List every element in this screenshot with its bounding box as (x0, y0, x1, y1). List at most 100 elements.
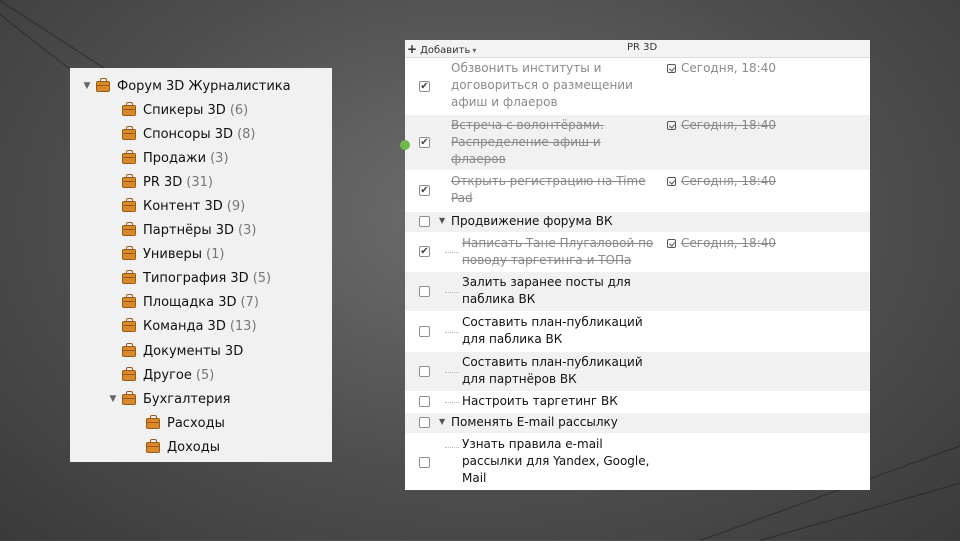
briefcase-icon (122, 366, 136, 381)
tree-item-venue[interactable]: Площадка 3D (7) (122, 291, 259, 313)
tree-connector (445, 372, 459, 373)
tree-item-label: Команда 3D (143, 318, 226, 334)
task-checkbox[interactable]: ✔ (419, 246, 430, 257)
task-title[interactable]: Продвижение форума ВК (451, 213, 612, 230)
tree-item-other[interactable]: Другое (5) (122, 364, 214, 386)
task-title[interactable]: Узнать правила e-mail рассылки для Yande… (462, 436, 649, 487)
task-due-date[interactable]: Сегодня, 18:40 (667, 173, 776, 190)
expand-arrow-icon[interactable]: ▼ (439, 417, 445, 426)
briefcase-icon (122, 221, 136, 236)
tree-connector (445, 252, 459, 253)
tree-item-team[interactable]: Команда 3D (13) (122, 315, 257, 337)
task-row[interactable]: ✔ Встреча с волонтёрами. Распределение а… (405, 115, 870, 170)
tree-item-speakers[interactable]: Спикеры 3D (6) (122, 99, 248, 121)
task-title-line: Обзвонить институты и (451, 61, 602, 75)
task-checkbox[interactable]: ✔ (419, 81, 430, 92)
task-row[interactable]: Узнать правила e-mail рассылки для Yande… (405, 434, 870, 490)
calendar-check-icon (667, 239, 676, 248)
due-date-text: Сегодня, 18:40 (681, 61, 776, 75)
tree-connector (445, 447, 459, 448)
task-title[interactable]: Поменять E-mail рассылку (451, 414, 618, 431)
task-checkbox[interactable] (419, 396, 430, 407)
tree-item-count: (9) (226, 198, 246, 214)
task-due-date[interactable]: Сегодня, 18:40 (667, 235, 776, 252)
tree-subitem-expenses[interactable]: Расходы (146, 412, 225, 434)
tree-item-sponsors[interactable]: Спонсоры 3D (8) (122, 123, 255, 145)
tree-item-accounting[interactable]: ▼ Бухгалтерия (108, 388, 235, 410)
task-checkbox[interactable] (419, 216, 430, 227)
briefcase-icon (146, 414, 160, 429)
task-row[interactable]: Залить заранее посты для паблика ВК (405, 272, 870, 311)
tree-root-label: Форум 3D Журналистика (117, 78, 291, 94)
task-group-row[interactable]: ▼ Поменять E-mail рассылку (405, 413, 870, 433)
task-checkbox[interactable] (419, 457, 430, 468)
task-checkbox[interactable]: ✔ (419, 185, 430, 196)
tree-item-printing[interactable]: Типография 3D (5) (122, 267, 271, 289)
task-title[interactable]: Написать Тане Плугаловой по поводу тарге… (462, 235, 653, 269)
calendar-check-icon (667, 64, 676, 73)
task-title[interactable]: Открыть регистрацию на Time Pad (451, 173, 646, 207)
briefcase-icon (122, 101, 136, 116)
task-checkbox[interactable] (419, 417, 430, 428)
task-row[interactable]: ✔ Открыть регистрацию на Time Pad Сегодн… (405, 171, 870, 211)
briefcase-icon (146, 438, 160, 453)
task-title-line: Составить план-публикаций (462, 315, 643, 329)
task-title[interactable]: Обзвонить институты и договориться о раз… (451, 60, 633, 111)
task-title[interactable]: Составить план-публикаций для партнёров … (462, 354, 643, 388)
task-checkbox[interactable]: ✔ (419, 137, 430, 148)
task-due-date[interactable]: Сегодня, 18:40 (667, 60, 776, 77)
collapse-arrow-icon[interactable]: ▼ (82, 81, 92, 91)
tree-item-pr[interactable]: PR 3D (31) (122, 171, 213, 193)
task-checkbox[interactable] (419, 366, 430, 377)
tree-item-count: (5) (252, 270, 272, 286)
task-title[interactable]: Встреча с волонтёрами. Распределение афи… (451, 117, 604, 168)
tree-item-label: Партнёры 3D (143, 222, 234, 238)
tree-root-forum[interactable]: ▼ Форум 3D Журналистика (82, 75, 291, 97)
tree-subitem-income[interactable]: Доходы (146, 436, 220, 458)
task-title[interactable]: Настроить таргетинг ВК (462, 393, 618, 410)
task-row[interactable]: ✔ Написать Тане Плугаловой по поводу тар… (405, 233, 870, 271)
task-row[interactable]: Составить план-публикаций для паблика ВК (405, 312, 870, 351)
task-due-date[interactable]: Сегодня, 18:40 (667, 117, 776, 134)
add-task-label: Добавить (420, 45, 471, 56)
task-row[interactable]: ✔ Обзвонить институты и договориться о р… (405, 58, 870, 114)
briefcase-icon (122, 197, 136, 212)
tree-item-documents[interactable]: Документы 3D (122, 340, 247, 362)
briefcase-icon (122, 269, 136, 284)
briefcase-icon (122, 125, 136, 140)
dropdown-caret-icon: ▾ (472, 46, 477, 55)
tree-item-universities[interactable]: Универы (1) (122, 243, 224, 265)
expand-arrow-icon[interactable]: ▼ (439, 216, 445, 225)
due-date-text: Сегодня, 18:40 (681, 118, 776, 132)
add-task-button[interactable]: + Добавить ▾ (407, 42, 476, 56)
collapse-arrow-icon[interactable]: ▼ (108, 394, 118, 404)
tree-item-label: Продажи (143, 150, 207, 166)
task-title-line: Распределение афиш и (451, 135, 601, 149)
tree-item-count: (3) (210, 150, 229, 166)
tree-item-sales[interactable]: Продажи (3) (122, 147, 229, 169)
task-row[interactable]: Настроить таргетинг ВК (405, 392, 870, 412)
tree-item-content[interactable]: Контент 3D (9) (122, 195, 245, 217)
task-checkbox[interactable] (419, 326, 430, 337)
task-title-line: рассылки для Yandex, Google, (462, 454, 650, 468)
task-row[interactable]: Составить план-публикаций для партнёров … (405, 352, 870, 391)
task-title-line: Составить план-публикаций (462, 355, 643, 369)
briefcase-icon (122, 317, 136, 332)
tree-item-label: Универы (143, 246, 203, 262)
task-group-row[interactable]: ▼ Продвижение форума ВК (405, 212, 870, 232)
task-checkbox[interactable] (419, 286, 430, 297)
task-title[interactable]: Составить план-публикаций для паблика ВК (462, 314, 643, 348)
task-title-line: Поменять E-mail рассылку (451, 415, 618, 429)
tree-item-label: Площадка 3D (143, 294, 237, 310)
tree-item-count: (13) (229, 318, 257, 334)
task-title-line: Залить заранее посты для (462, 275, 631, 289)
task-title-line: Открыть регистрацию на Time (451, 174, 646, 188)
task-title-line: договориться о размещении (451, 78, 633, 92)
task-title[interactable]: Залить заранее посты для паблика ВК (462, 274, 631, 308)
tree-item-partners[interactable]: Партнёры 3D (3) (122, 219, 256, 241)
task-title-line: поводу таргетинга и ТОПа (462, 253, 632, 267)
calendar-check-icon (667, 121, 676, 130)
project-tree-panel: ▼ Форум 3D Журналистика Спикеры 3D (6) С… (70, 68, 332, 462)
tree-item-label: Другое (143, 367, 192, 383)
tree-item-label: Типография 3D (143, 270, 249, 286)
